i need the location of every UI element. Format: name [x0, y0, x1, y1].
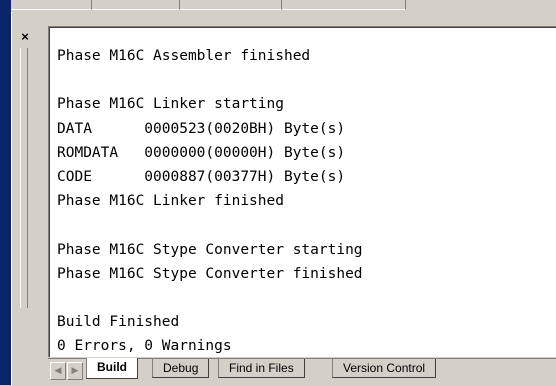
close-icon[interactable]: ×: [18, 30, 32, 44]
output-line: Phase M16C Linker finished: [57, 193, 284, 210]
tab-scroll-left-icon[interactable]: ◀: [50, 362, 66, 380]
output-blank-line: [57, 213, 556, 237]
output-line: Phase M16C Stype Converter starting: [57, 241, 363, 258]
output-line: Phase M16C Assembler finished: [57, 48, 311, 64]
output-line: 0 Errors, 0 Warnings: [57, 338, 232, 355]
output-window: × Phase M16C Assembler finished Phase M16…: [11, 12, 556, 386]
output-line: ROMDATA 0000000(00000H) Byte(s): [57, 144, 346, 161]
toolbar-segment: [93, 0, 180, 10]
tab-scroll-arrows: ◀ ▶: [50, 362, 83, 380]
output-blank-line: [57, 68, 556, 92]
output-text: Phase M16C Assembler finished Phase M16C …: [49, 27, 556, 357]
output-line: Phase M16C Linker starting: [57, 96, 284, 113]
output-line: Phase M16C Stype Converter finished: [57, 265, 363, 282]
toolbar-segment: [283, 0, 406, 10]
tab-scroll-right-icon[interactable]: ▶: [67, 362, 83, 380]
output-line: DATA 0000523(0020BH) Byte(s): [57, 120, 346, 137]
window-gripper[interactable]: ×: [16, 30, 32, 360]
build-output-pane[interactable]: Phase M16C Assembler finished Phase M16C …: [48, 26, 556, 357]
output-line: CODE 0000887(00377H) Byte(s): [57, 168, 346, 185]
toolbar-segment: [11, 0, 92, 10]
ide-frame-edge: [0, 0, 11, 385]
tab-version-control[interactable]: Version Control: [332, 359, 437, 378]
tab-find-in-files[interactable]: Find in Files: [218, 359, 305, 378]
output-line: Build Finished: [57, 314, 180, 331]
output-tab-strip: ◀ ▶ Build Debug Find in Files Version Co…: [48, 358, 556, 386]
toolbar-segment: [181, 0, 282, 10]
output-blank-line: [57, 286, 556, 310]
tab-debug[interactable]: Debug: [152, 359, 210, 378]
grip-bar[interactable]: [20, 48, 28, 308]
tab-build[interactable]: Build: [86, 358, 138, 379]
